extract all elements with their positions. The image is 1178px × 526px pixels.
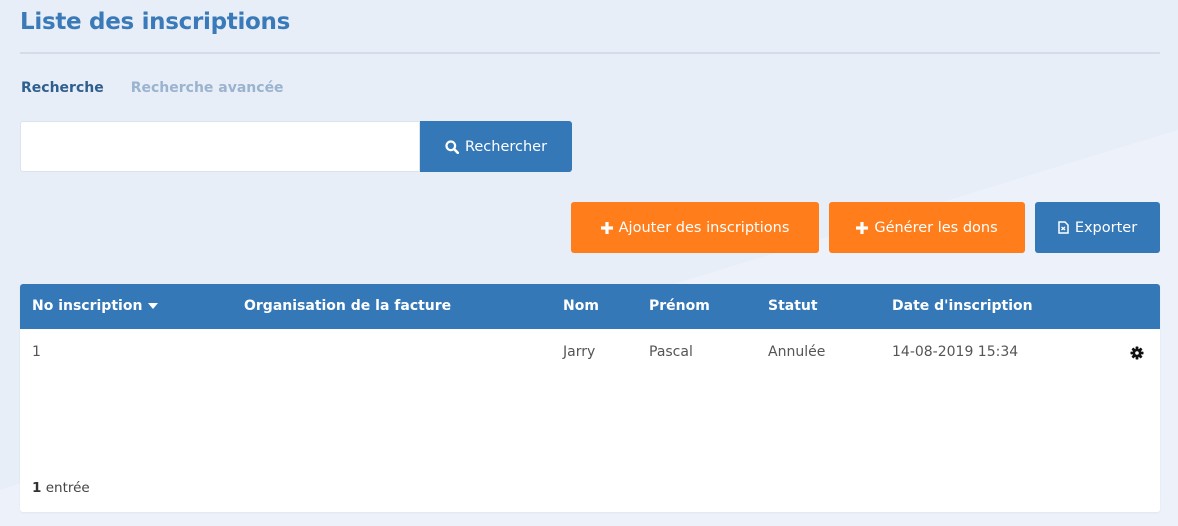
add-registrations-label: Ajouter des inscriptions [618, 219, 790, 236]
cell-no: 1 [32, 344, 41, 360]
cell-statut: Annulée [768, 344, 826, 360]
export-label: Exporter [1074, 219, 1138, 236]
cell-date: 14-08-2019 15:34 [892, 344, 1019, 360]
gear-icon[interactable] [1130, 345, 1144, 360]
column-header-date[interactable]: Date d'inscription [892, 298, 1033, 314]
plus-icon [856, 221, 869, 234]
file-export-icon [1058, 221, 1069, 234]
entry-count-label: entrée [45, 480, 90, 496]
column-label: No inscription [32, 298, 143, 314]
column-header-nom[interactable]: Nom [563, 298, 599, 314]
column-header-prenom[interactable]: Prénom [649, 298, 710, 314]
entry-count-number: 1 [32, 480, 42, 496]
plus-icon [600, 221, 613, 234]
generate-donations-label: Générer les dons [874, 219, 998, 236]
search-icon [445, 139, 459, 154]
tab-recherche[interactable]: Recherche [21, 80, 104, 96]
page-title: Liste des inscriptions [20, 9, 291, 35]
column-header-statut[interactable]: Statut [768, 298, 818, 314]
registrations-table: No inscription Organisation de la factur… [20, 284, 1160, 512]
add-registrations-button[interactable]: Ajouter des inscriptions [571, 202, 819, 253]
table-header: No inscription Organisation de la factur… [20, 284, 1160, 329]
column-header-no-inscription[interactable]: No inscription [32, 298, 159, 314]
search-input[interactable] [20, 121, 420, 172]
cell-prenom: Pascal [649, 344, 693, 360]
registrations-page: Liste des inscriptions Recherche Recherc… [20, 0, 1160, 526]
caret-down-icon [148, 303, 159, 309]
entry-count: 1 entrée [32, 480, 90, 496]
search-button-label: Rechercher [464, 138, 548, 155]
search-button[interactable]: Rechercher [420, 121, 572, 172]
generate-donations-button[interactable]: Générer les dons [829, 202, 1025, 253]
export-button[interactable]: Exporter [1035, 202, 1160, 253]
cell-nom: Jarry [563, 344, 596, 360]
title-divider [20, 52, 1160, 54]
search-tabs: Recherche Recherche avancée [21, 80, 284, 96]
tab-recherche-avancee[interactable]: Recherche avancée [131, 80, 284, 96]
column-header-organisation[interactable]: Organisation de la facture [244, 298, 451, 314]
